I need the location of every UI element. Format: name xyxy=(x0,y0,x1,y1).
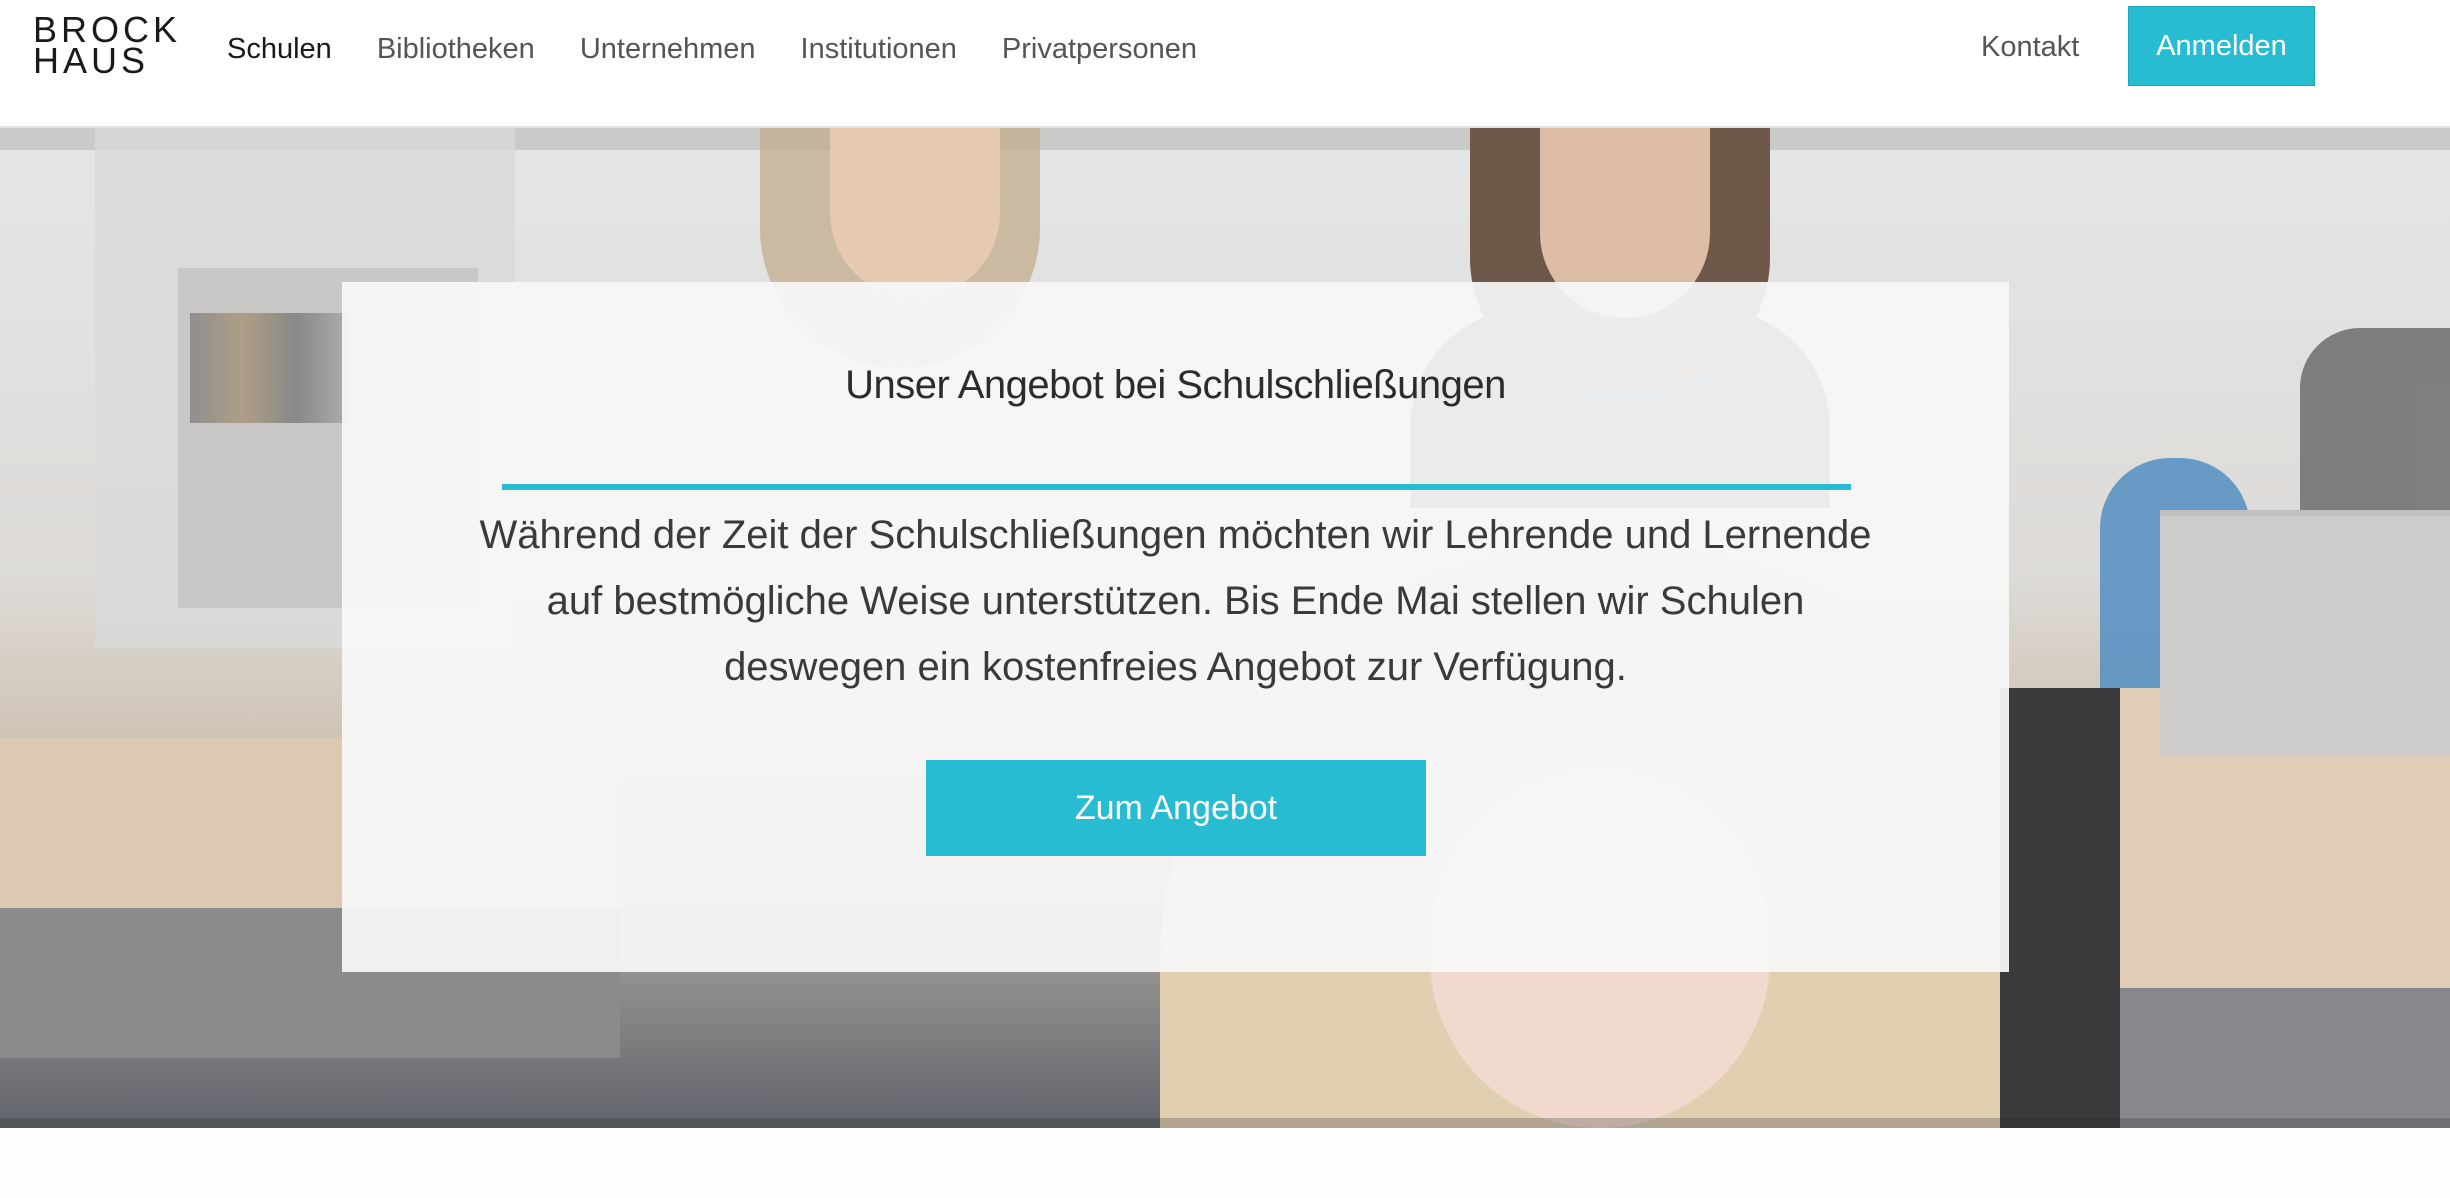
nav-item-bibliotheken[interactable]: Bibliotheken xyxy=(377,33,535,66)
nav-item-unternehmen[interactable]: Unternehmen xyxy=(580,33,756,66)
contact-link[interactable]: Kontakt xyxy=(1981,0,2079,94)
hero-background-bottom xyxy=(0,1118,2450,1128)
brockhaus-logo[interactable]: BROCK HAUS xyxy=(33,12,181,79)
hero-card: Unser Angebot bei Schulschließungen Währ… xyxy=(342,282,2009,972)
hero-title: Unser Angebot bei Schulschließungen xyxy=(845,363,1506,407)
offer-button[interactable]: Zum Angebot xyxy=(926,760,1426,856)
nav-item-institutionen[interactable]: Institutionen xyxy=(801,33,957,66)
page-below-hero xyxy=(0,1128,2450,1198)
site-header: BROCK HAUS Schulen Bibliotheken Unterneh… xyxy=(0,0,2450,128)
hero-banner: Unser Angebot bei Schulschließungen Währ… xyxy=(0,128,2450,1128)
hero-description: Während der Zeit der Schulschließungen m… xyxy=(479,513,1872,689)
title-underline xyxy=(502,484,1851,490)
login-button[interactable]: Anmelden xyxy=(2128,6,2315,86)
main-nav: Schulen Bibliotheken Unternehmen Institu… xyxy=(227,0,1242,98)
nav-item-schulen[interactable]: Schulen xyxy=(227,33,332,66)
nav-item-privatpersonen[interactable]: Privatpersonen xyxy=(1002,33,1197,66)
